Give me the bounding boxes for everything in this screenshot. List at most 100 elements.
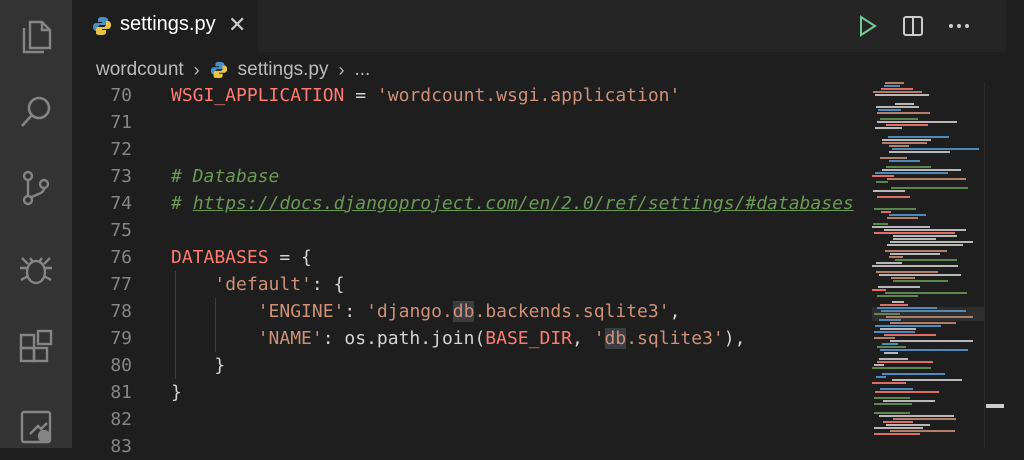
minimap-line [895,259,957,261]
line-number: 73 [110,166,132,187]
debug-icon[interactable] [16,248,56,288]
minimap-line [874,337,895,339]
minimap-line [889,145,909,147]
code-text: : os.path.join( [322,328,486,349]
source-control-icon[interactable] [16,168,56,208]
minimap-line [886,124,928,126]
minimap-line [874,232,955,234]
minimap-line [890,253,940,255]
comment-hash: # [171,193,193,214]
identifier: DATABASES [171,247,269,268]
minimap-line [885,250,947,252]
minimap-line [875,94,929,96]
minimap-line [895,103,914,105]
comment-link[interactable]: https://docs.djangoproject.com/en/2.0/re… [193,193,854,214]
minimap-line [875,172,948,174]
identifier: WSGI_APPLICATION [171,85,345,106]
minimap-line [893,280,948,282]
operator: , [669,301,681,322]
remote-icon[interactable] [16,404,56,444]
minimap-line [892,379,962,381]
highlighted-word: db [604,328,627,349]
string-literal: ' [593,328,605,349]
minimap-line [877,361,933,363]
minimap-line [872,226,930,228]
minimap-line [889,256,903,258]
minimap-line [883,400,935,402]
line-number: 82 [110,409,132,430]
minimap-line [876,376,886,378]
code-line: 71 [72,109,872,136]
minimap-line [887,178,966,180]
code-line: 82 [72,406,872,433]
string-literal: 'NAME' [257,328,323,349]
code-line: 81 } [72,379,872,406]
minimap-line [882,142,927,144]
minimap-line [878,109,901,111]
line-number: 78 [110,301,132,322]
minimap-line [879,415,954,417]
breadcrumb-file[interactable]: settings.py [238,59,329,81]
minimap-line [882,373,945,375]
more-actions-icon[interactable] [936,12,982,40]
code-line: 75 [72,217,872,244]
line-number: 77 [110,274,132,295]
code-editor[interactable]: 70 WSGI_APPLICATION = 'wordcount.wsgi.ap… [72,82,1006,457]
minimap-line [888,136,949,138]
code-line: 76 DATABASES = { [72,244,872,271]
vertical-scrollbar[interactable] [984,82,1007,448]
minimap-line [884,229,966,231]
code-line: 72 [72,136,872,163]
minimap-viewport[interactable] [872,307,984,321]
minimap-line [872,175,894,177]
code-line: 83 [72,433,872,460]
minimap-line [893,418,956,420]
breadcrumb-more[interactable]: ... [355,59,371,81]
code-line: 73 # Database [72,163,872,190]
minimap-line [882,139,931,141]
code-line: 78 'ENGINE': 'django.db.backends.sqlite3… [72,298,872,325]
minimap-line [886,166,931,168]
line-number: 81 [110,382,132,403]
close-icon[interactable]: ✕ [228,12,246,38]
tab-settings-py[interactable]: settings.py ✕ [72,0,258,52]
search-icon[interactable] [16,92,56,132]
files-icon[interactable] [16,16,56,56]
scroll-position-marker [986,404,1004,408]
minimap-line [882,343,898,345]
minimap-line [874,208,916,210]
minimap-line [880,304,908,306]
minimap-line [881,211,891,213]
operator: } [171,382,182,403]
minimap-line [887,217,918,219]
line-number: 80 [110,355,132,376]
run-icon[interactable] [844,12,890,40]
minimap-line [875,325,941,327]
minimap-line [890,430,955,432]
minimap-line [872,289,886,291]
breadcrumb-folder[interactable]: wordcount [96,59,184,81]
minimap-line [874,427,923,429]
minimap-line [874,433,920,435]
line-number: 83 [110,436,132,457]
code-line: 80 } [72,352,872,379]
operator: = { [268,247,312,268]
tab-bar: settings.py ✕ [72,0,1006,52]
code-line: 77 'default': { [72,271,872,298]
python-icon [93,17,111,35]
minimap-line [885,82,904,84]
extensions-icon[interactable] [16,328,56,368]
operator: = [344,85,377,106]
code-line: 74 # https://docs.djangoproject.com/en/2… [72,190,872,217]
minimap[interactable] [872,82,984,448]
minimap-line [874,412,910,414]
line-number: 79 [110,328,132,349]
minimap-line [874,364,884,366]
split-editor-icon[interactable] [890,12,936,40]
minimap-line [891,277,915,279]
line-number: 70 [110,85,132,106]
minimap-line [879,274,961,276]
minimap-line [874,403,912,405]
minimap-line [876,106,919,108]
minimap-line [873,223,888,225]
